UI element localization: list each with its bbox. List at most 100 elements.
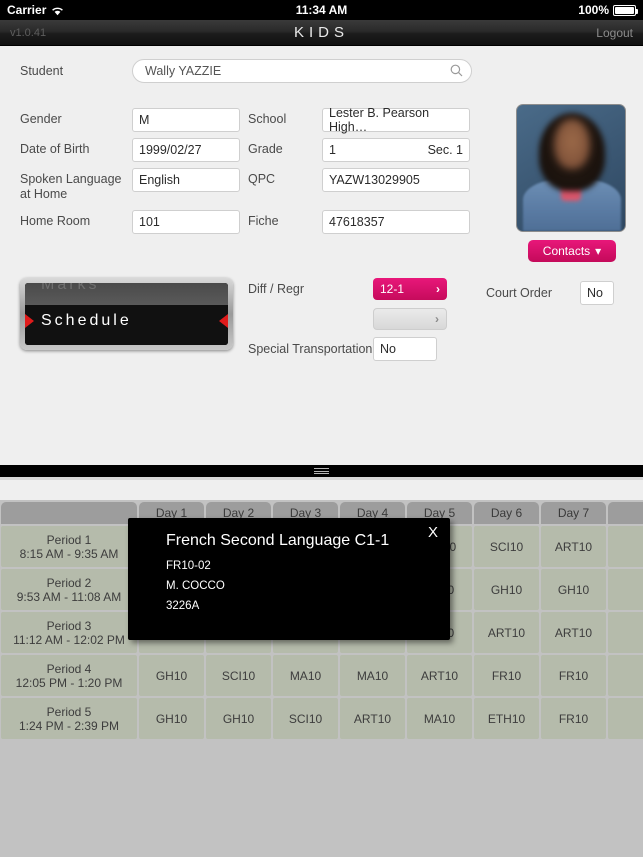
schedule-course-cell[interactable]: GH10	[139, 655, 204, 696]
logout-button[interactable]: Logout	[322, 26, 633, 40]
dob-label: Date of Birth	[20, 142, 90, 156]
view-mode-picker[interactable]: Marks Schedule	[20, 278, 233, 350]
diff-regr-button-primary[interactable]: 12-1 ›	[373, 278, 447, 300]
close-icon[interactable]: X	[428, 524, 438, 541]
period-name: Period 1	[46, 532, 92, 547]
schedule-course-cell[interactable]: ART10	[340, 698, 405, 739]
period-time: 12:05 PM - 1:20 PM	[15, 675, 123, 690]
battery-full-icon	[613, 4, 638, 16]
schedule-course-cell[interactable]	[608, 698, 643, 739]
field-row-language-qpc: Spoken Language at Home English QPC YAZW…	[20, 168, 470, 210]
dob-field[interactable]: 1999/02/27	[132, 138, 240, 162]
schedule-course-cell[interactable]: ART10	[407, 655, 472, 696]
gender-field[interactable]: M	[132, 108, 240, 132]
schedule-course-cell[interactable]: ETH10	[474, 698, 539, 739]
picker-option-marks[interactable]: Marks	[25, 283, 228, 305]
field-row-dob-grade: Date of Birth 1999/02/27 Grade 1 Sec. 1	[20, 138, 470, 168]
schedule-course-cell[interactable]: FR10	[474, 655, 539, 696]
special-transportation-field[interactable]: No	[373, 337, 437, 361]
schedule-course-cell[interactable]: MA10	[273, 655, 338, 696]
schedule-course-cell[interactable]	[608, 655, 643, 696]
field-row-homeroom-fiche: Home Room 101 Fiche 47618357	[20, 210, 470, 240]
home-room-field[interactable]: 101	[132, 210, 240, 234]
contacts-button[interactable]: Contacts ▾	[528, 240, 616, 262]
student-info-panel: Student Wally YAZZIE Gender M School Les…	[0, 46, 643, 458]
tooltip-teacher: M. COCCO	[166, 580, 225, 592]
picker-option-marks-label: Marks	[41, 283, 100, 293]
schedule-course-cell[interactable]: SCI10	[474, 526, 539, 567]
schedule-course-cell[interactable]: GH10	[474, 569, 539, 610]
court-order-field[interactable]: No	[580, 281, 614, 305]
ios-status-bar: Carrier 11:34 AM 100%	[0, 0, 643, 20]
selection-arrow-right-icon	[219, 314, 228, 328]
photo-face-shape	[554, 119, 590, 169]
schedule-course-cell[interactable]	[608, 526, 643, 567]
diff-regr-row: Diff / Regr 12-1 ›	[248, 274, 478, 304]
grade-label: Grade	[248, 142, 283, 156]
carrier-label: Carrier	[7, 3, 47, 17]
schedule-course-cell[interactable]: MA10	[407, 698, 472, 739]
search-icon[interactable]	[450, 64, 463, 77]
diff-regr-button-secondary[interactable]: ›	[373, 308, 447, 330]
schedule-top-gap	[0, 480, 643, 500]
schedule-course-cell[interactable]: ART10	[541, 612, 606, 653]
selection-arrow-left-icon	[25, 314, 34, 328]
school-field[interactable]: Lester B. Pearson High…	[322, 106, 470, 134]
school-label: School	[248, 112, 287, 126]
schedule-course-cell[interactable]: MA10	[340, 655, 405, 696]
schedule-day-header: Day 7	[541, 502, 606, 524]
student-search-input[interactable]: Wally YAZZIE	[132, 59, 472, 83]
period-name: Period 4	[46, 661, 92, 676]
schedule-period-cell: Period 4 12:05 PM - 1:20 PM	[1, 655, 137, 696]
qpc-field[interactable]: YAZW13029905	[322, 168, 470, 192]
schedule-course-cell[interactable]: GH10	[139, 698, 204, 739]
schedule-empty-area	[0, 741, 643, 857]
fiche-label: Fiche	[248, 214, 279, 228]
tooltip-room: 3226A	[166, 600, 200, 612]
drag-handle-icon	[314, 466, 329, 475]
chevron-down-icon: ▾	[595, 244, 602, 258]
field-row-gender-school: Gender M School Lester B. Pearson High…	[20, 106, 470, 138]
schedule-course-cell[interactable]	[608, 569, 643, 610]
court-order-label: Court Order	[486, 286, 552, 300]
grade-field[interactable]: 1 Sec. 1	[322, 138, 470, 162]
wifi-icon	[51, 5, 64, 16]
status-left: Carrier	[7, 3, 296, 17]
student-photo	[516, 104, 626, 232]
picker-option-schedule[interactable]: Schedule	[25, 305, 228, 337]
spoken-language-field[interactable]: English	[132, 168, 240, 192]
special-transportation-label: Special Transportation	[248, 342, 373, 356]
app-header: v1.0.41 KIDS Logout	[0, 20, 643, 46]
special-transportation-row: Special Transportation No	[248, 334, 478, 364]
student-label: Student	[20, 64, 64, 78]
student-fields-grid: Gender M School Lester B. Pearson High… …	[20, 106, 470, 240]
fiche-field[interactable]: 47618357	[322, 210, 470, 234]
tooltip-course-code: FR10-02	[166, 560, 211, 572]
schedule-course-cell[interactable]: ART10	[474, 612, 539, 653]
schedule-course-cell[interactable]: SCI10	[206, 655, 271, 696]
period-name: Period 2	[46, 575, 92, 590]
app-root: Carrier 11:34 AM 100% v1.0.41 KIDS Logou…	[0, 0, 643, 857]
schedule-period-cell: Period 3 11:12 AM - 12:02 PM	[1, 612, 137, 653]
tooltip-course-title: French Second Language C1-1	[166, 532, 390, 549]
schedule-course-cell[interactable]: FR10	[541, 698, 606, 739]
panel-drag-handle[interactable]	[0, 465, 643, 477]
view-mode-picker-inner: Marks Schedule	[25, 283, 228, 345]
schedule-course-cell[interactable]: GH10	[206, 698, 271, 739]
schedule-course-cell[interactable]: GH10	[541, 569, 606, 610]
schedule-course-cell[interactable]: FR10	[541, 655, 606, 696]
spoken-language-label-line1: Spoken Language	[20, 172, 122, 186]
chevron-right-icon: ›	[436, 282, 440, 296]
chevron-right-icon-secondary: ›	[435, 312, 439, 326]
contacts-button-label: Contacts	[542, 244, 591, 258]
schedule-day-header: Day 6	[474, 502, 539, 524]
period-time: 11:12 AM - 12:02 PM	[13, 632, 125, 647]
schedule-course-cell[interactable]: ART10	[541, 526, 606, 567]
period-name: Period 3	[46, 618, 92, 633]
schedule-day-header	[608, 502, 643, 524]
grade-value: 1	[329, 143, 336, 157]
schedule-course-cell[interactable]: SCI10	[273, 698, 338, 739]
photo-block: Contacts ▾ Court Order No	[486, 104, 628, 305]
schedule-course-cell[interactable]	[608, 612, 643, 653]
qpc-label: QPC	[248, 172, 276, 186]
